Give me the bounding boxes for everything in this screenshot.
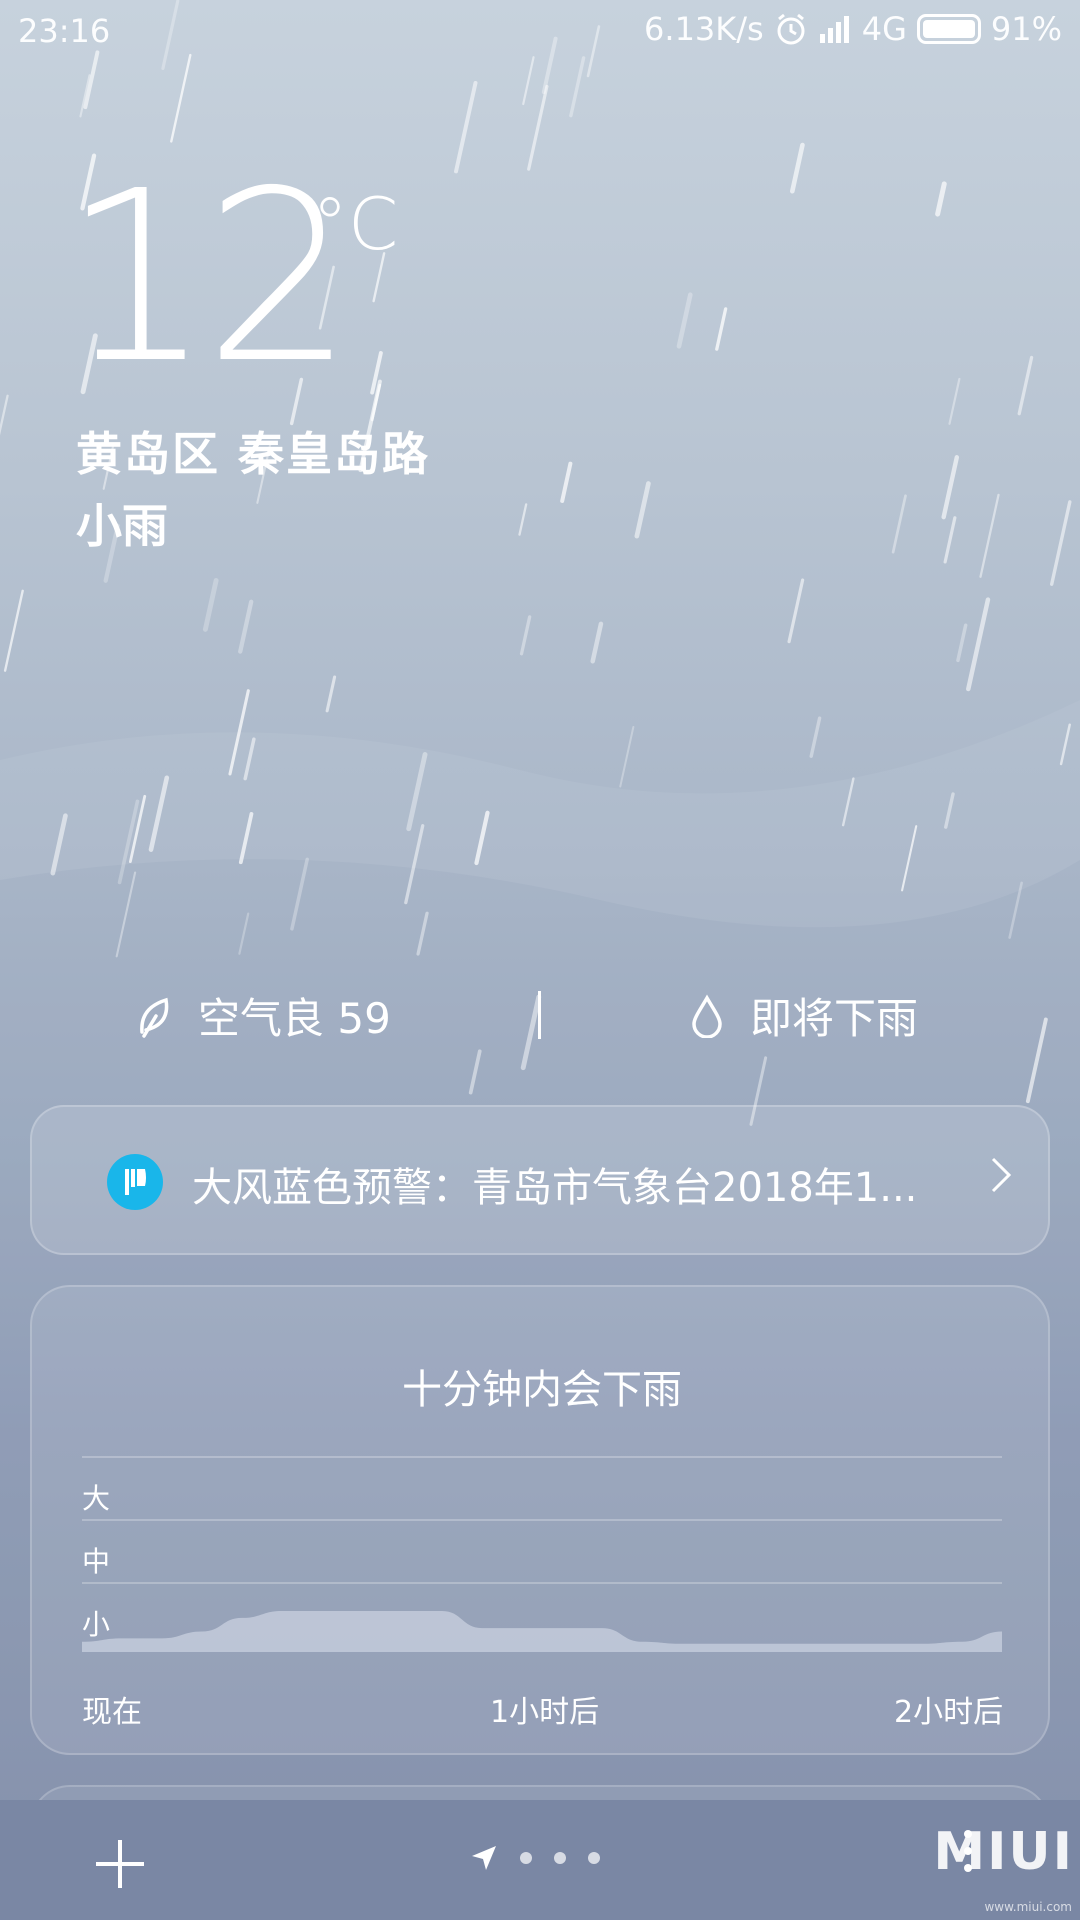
rain-streak <box>325 675 337 713</box>
battery-icon <box>916 14 981 44</box>
air-quality-label: 空气良 59 <box>198 994 391 1043</box>
rain-streak <box>979 493 1000 578</box>
leaf-icon <box>140 997 169 1038</box>
rain-streak <box>1049 500 1072 586</box>
rain-streak <box>1017 355 1034 416</box>
rain-forecast[interactable]: 即将下雨 <box>690 985 918 1046</box>
precipitation-area <box>82 1611 1002 1652</box>
rain-streak <box>944 792 955 829</box>
network-type: 4G <box>861 10 907 48</box>
rain-streak <box>115 871 137 958</box>
page-indicator <box>470 1844 600 1872</box>
rain-streak <box>1008 881 1023 939</box>
level-medium: 中 <box>82 1545 111 1578</box>
miui-watermark-url: www.miui.com <box>984 1900 1072 1914</box>
rain-streak <box>634 481 651 539</box>
rain-streak <box>787 578 805 644</box>
rain-streak <box>474 810 490 866</box>
rain-streak <box>956 623 968 663</box>
rain-streak <box>519 615 532 656</box>
rain-streak <box>202 578 219 632</box>
rain-streak <box>3 589 24 672</box>
rain-streak <box>1059 723 1071 766</box>
rain-forecast-label: 即将下雨 <box>750 994 919 1043</box>
alarm-icon <box>777 13 805 45</box>
drop-icon <box>692 994 722 1038</box>
net-speed: 6.13K/s <box>644 10 764 48</box>
chevron-right-icon <box>991 1157 1012 1193</box>
level-heavy: 大 <box>82 1482 111 1515</box>
rain-streak <box>468 1049 482 1095</box>
info-row: 空气良 59 即将下雨 <box>0 985 1080 1045</box>
x-label-1h: 1小时后 <box>490 1695 600 1730</box>
rain-streak <box>943 516 957 564</box>
rain-streak <box>948 377 961 425</box>
miui-watermark: MIUI <box>933 1822 1074 1882</box>
status-bar: 23:16 6.13K/s 4G 91% <box>0 0 1080 62</box>
rain-streak <box>841 777 855 827</box>
rain-streak <box>715 307 728 351</box>
rain-streak <box>527 84 549 171</box>
rain-streak <box>416 911 429 956</box>
divider <box>538 991 541 1039</box>
alert-flag-icon <box>107 1154 163 1210</box>
precipitation-forecast-card: 十分钟内会下雨 大 中 小 现在 1小时后 2小时后 <box>30 1285 1050 1755</box>
rain-streak <box>901 825 918 892</box>
bottom-bar: MIUI www.miui.com <box>0 1800 1080 1920</box>
rain-streak <box>560 461 573 503</box>
add-city-button[interactable] <box>92 1836 148 1892</box>
page-dot[interactable] <box>588 1852 600 1864</box>
rain-streak <box>238 812 254 865</box>
rain-streak <box>404 824 425 905</box>
rain-streak <box>522 56 535 106</box>
air-quality[interactable]: 空气良 59 <box>136 985 391 1046</box>
rain-streak <box>117 799 140 885</box>
rain-streak <box>676 292 693 349</box>
rain-streak <box>370 383 382 422</box>
x-label-2h: 2小时后 <box>894 1695 1004 1730</box>
alert-text: 大风蓝色预警：青岛市气象台2018年1... <box>192 1165 918 1211</box>
rain-streak <box>243 737 256 781</box>
rain-streak <box>809 716 822 758</box>
x-label-now: 现在 <box>82 1695 142 1730</box>
rain-streak <box>79 74 91 118</box>
rain-streak <box>238 912 250 955</box>
signal-icon <box>819 16 849 43</box>
rain-streak <box>228 689 250 776</box>
rain-streak <box>590 621 604 664</box>
location-arrow-icon <box>472 1846 496 1870</box>
weather-condition: 小雨 <box>76 499 168 553</box>
rain-streak <box>891 494 907 554</box>
page-dot[interactable] <box>554 1852 566 1864</box>
level-light: 小 <box>82 1608 111 1641</box>
rain-streak <box>170 53 192 143</box>
temperature-unit: °C <box>312 182 399 266</box>
temperature: 12 <box>62 140 354 415</box>
rain-streak <box>406 752 428 832</box>
rain-streak <box>619 726 635 788</box>
battery-level: 91% <box>990 10 1062 48</box>
rain-streak <box>569 56 586 118</box>
rain-streak <box>50 813 68 876</box>
rain-streak <box>128 794 147 864</box>
rain-streak <box>148 775 170 852</box>
rain-streak <box>518 503 528 536</box>
weather-alert-card[interactable]: 大风蓝色预警：青岛市气象台2018年1... <box>30 1105 1050 1255</box>
rain-streak <box>238 599 254 654</box>
location-name[interactable]: 黄岛区 秦皇岛路 <box>76 418 430 484</box>
rain-streak <box>966 597 991 692</box>
rain-streak <box>454 80 478 174</box>
status-icons: 6.13K/s 4G 91% <box>644 10 1062 48</box>
rain-streak <box>935 181 947 217</box>
rain-streak <box>370 351 383 395</box>
rain-streak <box>790 142 805 194</box>
status-time: 23:16 <box>18 12 111 50</box>
rain-streak <box>941 455 960 520</box>
page-dot[interactable] <box>520 1852 532 1864</box>
rain-streak <box>0 394 9 436</box>
rain-streak <box>290 857 309 931</box>
